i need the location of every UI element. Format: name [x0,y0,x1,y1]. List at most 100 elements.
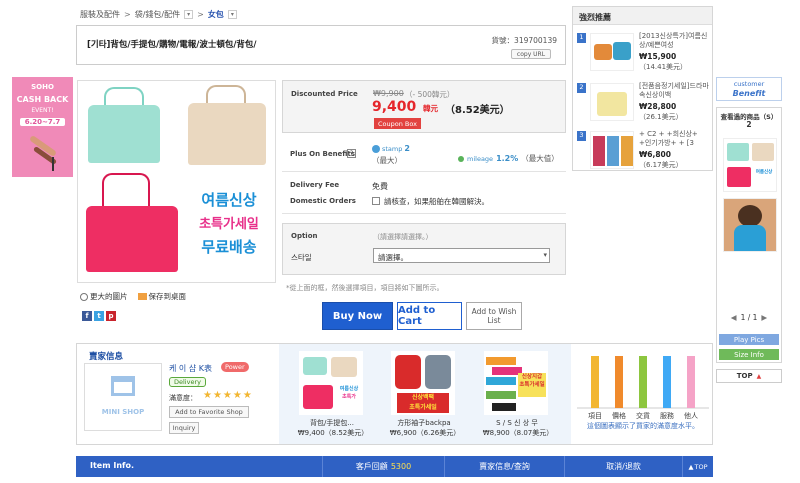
mini-shop-text: MINI SHOP [101,408,145,416]
add-favorite-shop-button[interactable]: Add to Favorite Shop [169,406,249,418]
top-link[interactable]: ▲ TOP [682,456,713,477]
chart-tick-label: 他人 [684,411,698,420]
twitter-icon[interactable]: t [94,311,104,321]
help-icon[interactable]: ? [347,149,356,158]
breadcrumb-item-2[interactable]: 袋/錢包/配件 [135,9,180,20]
viewed-item-image[interactable] [723,198,777,252]
chart-tick-label: 服務 [660,411,674,420]
domestic-orders-value: 請核查，如果船舶在韓國解決。 [384,197,489,206]
customer-benefit-button[interactable]: customer Benefit [716,77,782,101]
recommend-item-image [590,33,634,71]
chevron-down-icon[interactable]: ▾ [184,9,194,19]
chevron-left-icon[interactable]: ◀ [731,313,737,322]
promo-line-3: 무료배송 [201,238,257,256]
recommend-item-usd: （14.41美元） [639,63,688,71]
customer-benefit-line-1: customer [733,80,765,88]
side-top-button[interactable]: TOP ▲ [716,369,782,383]
main-product-image[interactable]: 여름신상 초특가세일 무료배송 [77,80,276,283]
delivery-fee-label: Delivery Fee [290,181,340,189]
style-select[interactable]: 請選擇。 ▾ [373,248,550,263]
delivery-fee-value: 免費 [372,182,388,191]
recommend-item-price: ₩15,900 [639,52,677,61]
add-to-wishlist-button[interactable]: Add to Wish List [466,302,522,330]
reviews-label: 客戶回顧 [355,462,388,471]
soho-cashback-banner[interactable]: SOHO CASH BACK EVENT! 6.20~7.7 [12,77,73,177]
arrow-up-icon: ▲ [688,462,694,471]
chevron-down-icon: ▾ [543,251,547,259]
related-item-name: S / S 신 상 무 [496,419,538,427]
breadcrumb-item-3[interactable]: 女包 [208,9,224,20]
domestic-checkbox[interactable] [372,197,380,205]
related-item[interactable]: 신상지갑 초특가세일 S / S 신 상 무 ₩8,900（8.07美元） [483,351,554,438]
related-item[interactable]: 신상백팩 초특가세일 方形袖子backpa ₩6,900（6.26美元） [390,351,461,438]
banner-line-1: SOHO [31,83,54,91]
mileage-value: 1.2% [496,154,519,163]
recommend-item-price: ₩28,800 [639,102,677,111]
benefits-label: Plus On Benefits [290,150,356,158]
stamp-value: 2 [404,144,410,153]
viewed-item-image[interactable]: 여름신상 [723,138,777,192]
bottom-tab-bar: Item Info. 客戶回顧 5300 賣家信息/查詢 取消/退款 ▲ TOP [76,456,713,477]
stamp-icon [372,144,380,153]
recommend-item[interactable]: 3 + C2 + +희신상+ +인기가방+ + [3 ₩6,800 （6.17美… [575,127,712,171]
play-pics-button[interactable]: Play Pics [719,334,779,345]
option-label: Option [291,232,318,240]
pink-bag-image [86,206,178,272]
coupon-box-button[interactable]: Coupon Box [374,118,421,129]
satisfaction-chart-svg: 項目 價格 交貨 服務 他人 [577,356,709,420]
size-info-button[interactable]: Size Info [719,349,779,360]
inquiry-button[interactable]: Inquiry [169,422,199,434]
recommend-item-price: ₩6,800 [639,150,671,159]
chart-caption: 這個圖表顯示了買家的滿意度水平。 [587,422,699,430]
view-larger-label: 更大的圖片 [90,292,128,301]
recommend-item[interactable]: 2 [전품음정기세일]드라마속신상이백 ₩28,800 （26.1美元） [575,79,712,123]
satisfaction-stars: ★★★★★ [203,390,253,401]
related-item-price: ₩6,900（6.26美元） [389,429,461,437]
chart-tick-label: 項目 [588,412,602,420]
rank-badge: 1 [577,33,586,43]
view-larger-link[interactable]: 更大的圖片 [80,291,128,302]
chevron-down-icon[interactable]: ▾ [227,9,237,19]
seller-section: 賣家信息 MINI SHOP 케 이 샵 K表 Power Delivery 滿… [76,343,713,445]
banner-line-3: EVENT! [31,107,54,114]
high-heel-image [26,134,60,171]
shop-icon [111,376,135,396]
recommend-item-image [590,83,634,121]
related-products: 여름신상 초특가 背包/手提包... ₩9,400（8.52美元） 신상백팩 초특가… [279,344,571,444]
recommend-item-name: + C2 + +희신상+ +인기가방+ + [3 [639,130,698,147]
recommend-item-usd: （26.1美元） [639,113,683,121]
recommend-item[interactable]: 1 [2013신상특가]여름신상/예쁜여성 ₩15,900 （14.41美元） [575,29,712,73]
promo-line-1: 여름신상 [201,191,257,209]
benefits-row: Plus On Benefits ? stamp 2 （最大） mileage … [282,140,566,172]
breadcrumb-item-1[interactable]: 服裝及配件 [80,9,120,20]
buy-now-button[interactable]: Buy Now [322,302,393,330]
recommend-title: 強烈推薦 [573,7,712,25]
price-usd: （8.52美元） [445,105,510,116]
related-item-name: 背包/手提包... [309,419,355,427]
chart-tick-label: 交貨 [636,411,650,420]
add-to-cart-button[interactable]: Add to Cart [397,302,462,330]
cancel-refund-tab[interactable]: 取消/退款 [564,456,682,477]
beige-bag-image [188,103,266,165]
power-badge: Power [221,362,249,372]
mint-bag-image [88,105,160,163]
chart-bar-1 [591,356,599,408]
banner-dates: 6.20~7.7 [20,118,65,126]
product-title: [기타]背包/手提包/購物/電報/波士頓包/背包/ [87,40,257,50]
item-info-tab[interactable]: Item Info. [90,461,134,470]
image-tools: 更大的圖片 保存到桌面 [80,291,186,302]
pinterest-icon[interactable]: p [106,311,116,321]
facebook-icon[interactable]: f [82,311,92,321]
copy-url-button[interactable]: copy URL [511,49,551,59]
save-desktop-link[interactable]: 保存到桌面 [137,291,186,302]
product-title-bar: [기타]背包/手提包/購物/電報/波士頓包/背包/ 貨號：319700139 c… [76,25,566,65]
related-item[interactable]: 여름신상 초특가 背包/手提包... ₩9,400（8.52美元） [298,351,369,438]
mileage-text: mileage [467,154,494,163]
reviews-tab[interactable]: 客戶回顧 5300 [322,456,444,477]
mileage-benefit: mileage 1.2% （最大值） [458,153,559,164]
chevron-right-icon[interactable]: ▶ [761,313,767,322]
seller-info-tab[interactable]: 賣家信息/查詢 [444,456,564,477]
mini-shop-logo[interactable]: MINI SHOP [84,363,162,431]
customer-benefit-line-2: Benefit [732,89,766,98]
seller-name[interactable]: 케 이 샵 K表 [169,363,212,374]
